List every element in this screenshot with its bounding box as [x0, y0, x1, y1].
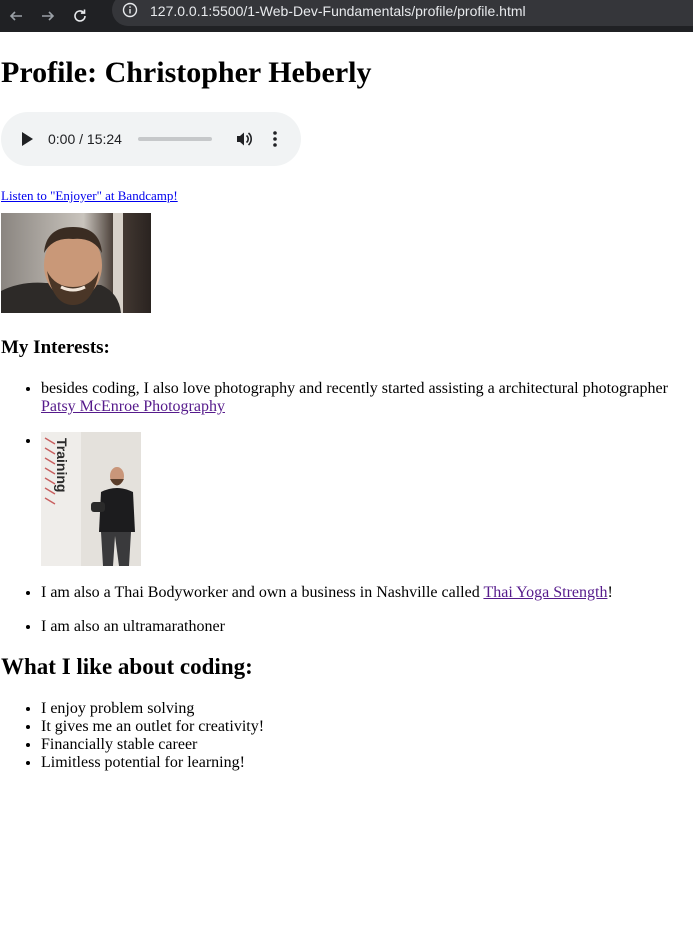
forward-button[interactable]: [32, 0, 64, 32]
list-item: Financially stable career: [41, 736, 693, 754]
info-icon[interactable]: [122, 2, 138, 18]
patsy-mcenroe-link[interactable]: Patsy McEnroe Photography: [41, 398, 225, 415]
training-sign-text: Training: [54, 438, 70, 492]
back-arrow-icon: [9, 11, 22, 21]
bandcamp-link[interactable]: Listen to "Enjoyer" at Bandcamp!: [1, 189, 693, 203]
interest-ultramarathon-text: I am also an ultramarathoner: [41, 618, 225, 635]
audio-seek-bar[interactable]: [138, 137, 212, 141]
reload-icon: [74, 9, 86, 22]
page-content: Profile: Christopher Heberly 0:00 / 15:2…: [0, 56, 693, 772]
url-text: 127.0.0.1:5500/1-Web-Dev-Fundamentals/pr…: [150, 3, 526, 19]
interest-exclamation: !: [607, 584, 613, 601]
play-icon[interactable]: [20, 131, 34, 147]
thai-yoga-strength-link[interactable]: Thai Yoga Strength: [483, 584, 607, 601]
audio-player[interactable]: 0:00 / 15:24: [1, 112, 301, 166]
volume-icon[interactable]: [234, 129, 254, 149]
interest-thai-bodywork-text: I am also a Thai Bodyworker and own a bu…: [41, 584, 480, 601]
forward-arrow-icon: [42, 11, 55, 21]
more-vert-icon[interactable]: [269, 129, 281, 149]
list-item: I enjoy problem solving: [41, 700, 693, 718]
interest-photography-text: besides coding, I also love photography …: [41, 380, 668, 397]
list-item: besides coding, I also love photography …: [41, 380, 693, 416]
interests-list: besides coding, I also love photography …: [1, 380, 693, 636]
list-item: Limitless potential for learning!: [41, 754, 693, 772]
list-item: It gives me an outlet for creativity!: [41, 718, 693, 736]
coding-heading: What I like about coding:: [1, 654, 253, 679]
audio-time: 0:00 / 15:24: [48, 131, 122, 147]
browser-toolbar: 127.0.0.1:5500/1-Web-Dev-Fundamentals/pr…: [0, 0, 693, 32]
coding-list: I enjoy problem solving It gives me an o…: [1, 700, 693, 772]
address-bar[interactable]: 127.0.0.1:5500/1-Web-Dev-Fundamentals/pr…: [112, 0, 693, 26]
profile-portrait: [1, 213, 151, 313]
list-item: I am also a Thai Bodyworker and own a bu…: [41, 584, 693, 602]
back-button[interactable]: [0, 0, 32, 32]
reload-button[interactable]: [64, 0, 96, 32]
page-title: Profile: Christopher Heberly: [1, 56, 372, 89]
list-item: I am also an ultramarathoner: [41, 618, 693, 636]
interests-heading: My Interests:: [1, 337, 110, 358]
training-photo: Training: [41, 432, 141, 566]
list-item: Training: [41, 432, 693, 566]
